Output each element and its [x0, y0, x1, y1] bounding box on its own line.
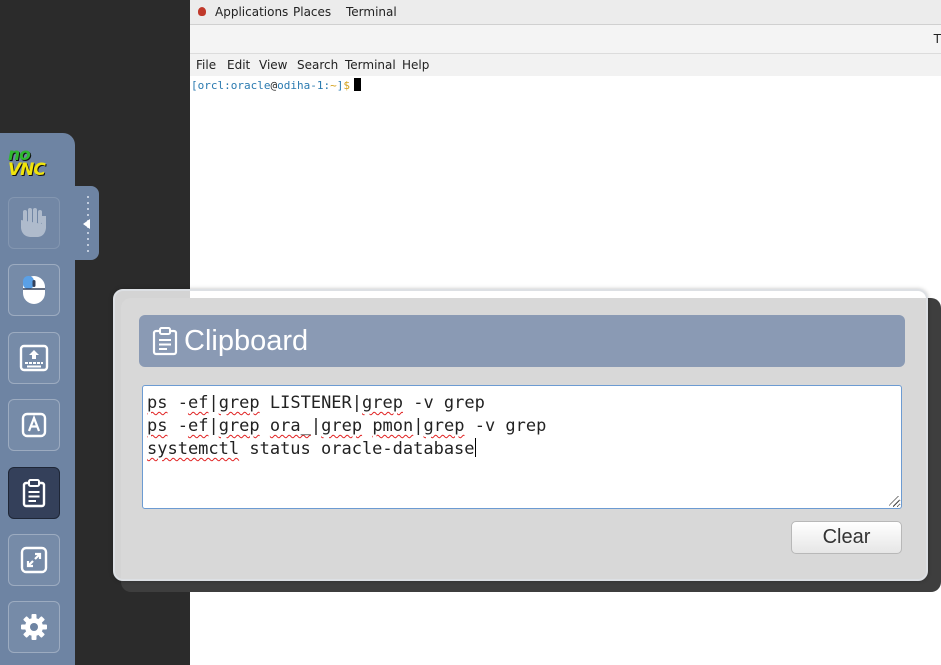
text-segment: -v grep [402, 393, 485, 413]
clipboard-panel-header: Clipboard [139, 315, 905, 367]
menu-view[interactable]: View [259, 54, 287, 76]
text-segment: LISTENER [259, 393, 352, 413]
menu-search[interactable]: Search [297, 54, 338, 76]
clipboard-title: Clipboard [184, 324, 309, 357]
window-title: T [933, 32, 941, 46]
terminal-title-bar: T [190, 25, 941, 54]
extra-keys-icon [21, 412, 47, 438]
terminal-app-menu[interactable]: Terminal [346, 0, 397, 24]
misspelled-word: ef [187, 416, 209, 436]
misspelled-word: ef [187, 393, 209, 413]
drag-hand-icon [21, 208, 46, 237]
text-segment: - [167, 393, 188, 413]
novnc-logo: no VNC [8, 145, 46, 180]
misspelled-word: systemctl [147, 439, 240, 459]
extra-keys-button[interactable] [8, 399, 60, 451]
text-segment: | [208, 416, 219, 436]
drag-viewport-button[interactable] [8, 197, 60, 249]
control-bar-handle[interactable] [75, 186, 99, 260]
text-segment [362, 416, 372, 436]
clipboard-line: ps -ef|grep LISTENER|grep -v grep [147, 392, 897, 415]
misspelled-word: grep [218, 393, 260, 413]
menu-edit[interactable]: Edit [227, 54, 250, 76]
text-segment: -v grep [464, 416, 547, 436]
fullscreen-button[interactable] [8, 534, 60, 586]
misspelled-word: ps [147, 393, 168, 413]
menu-help[interactable]: Help [402, 54, 429, 76]
clipboard-panel: Clipboard ps -ef|grep LISTENER|grep -v g… [113, 289, 928, 581]
gnome-top-bar: Applications Places Terminal [190, 0, 941, 25]
menu-file[interactable]: File [196, 54, 216, 76]
text-segment: - [167, 416, 188, 436]
text-caret [474, 438, 476, 457]
gnome-foot-icon [198, 7, 206, 16]
clipboard-icon [22, 479, 46, 508]
text-segment: | [310, 416, 322, 436]
mouse-button[interactable] [8, 264, 60, 316]
clipboard-line: ps -ef|grep ora_|grep pmon|grep -v grep [147, 415, 897, 438]
text-segment: status oracle-database [239, 439, 475, 459]
resize-grip-icon[interactable] [889, 496, 899, 506]
misspelled-word: grep [423, 416, 465, 436]
clipboard-textarea[interactable]: ps -ef|grep LISTENER|grep -v grep ps -ef… [142, 385, 902, 509]
misspelled-word: ps [147, 416, 168, 436]
text-segment [260, 416, 270, 436]
keyboard-icon [19, 344, 49, 372]
clipboard-button[interactable] [8, 467, 60, 519]
clipboard-line: systemctl status oracle-database [147, 438, 897, 461]
novnc-control-bar: no VNC [0, 133, 75, 665]
fullscreen-icon [20, 546, 48, 574]
collapse-arrow-icon [83, 219, 90, 229]
keyboard-button[interactable] [8, 332, 60, 384]
clipboard-icon [152, 327, 178, 356]
gear-icon [21, 614, 47, 640]
misspelled-word: grep [321, 416, 363, 436]
menu-terminal[interactable]: Terminal [345, 54, 396, 76]
clear-button[interactable]: Clear [791, 521, 902, 554]
misspelled-word: grep [362, 393, 403, 413]
text-segment: | [413, 416, 424, 436]
text-segment: | [208, 393, 219, 413]
text-segment: | [351, 393, 363, 413]
shell-prompt: [orcl:oracle@odiha-1:~]$ [191, 78, 361, 94]
terminal-cursor [353, 78, 361, 91]
terminal-menubar: File Edit View Search Terminal Help [190, 54, 941, 76]
misspelled-word: grep [218, 416, 260, 436]
places-menu[interactable]: Places [293, 0, 331, 24]
misspelled-word: ora_ [269, 416, 311, 436]
mouse-icon [23, 276, 45, 304]
applications-menu[interactable]: Applications [215, 0, 288, 24]
settings-button[interactable] [8, 601, 60, 653]
misspelled-word: pmon [372, 416, 414, 436]
